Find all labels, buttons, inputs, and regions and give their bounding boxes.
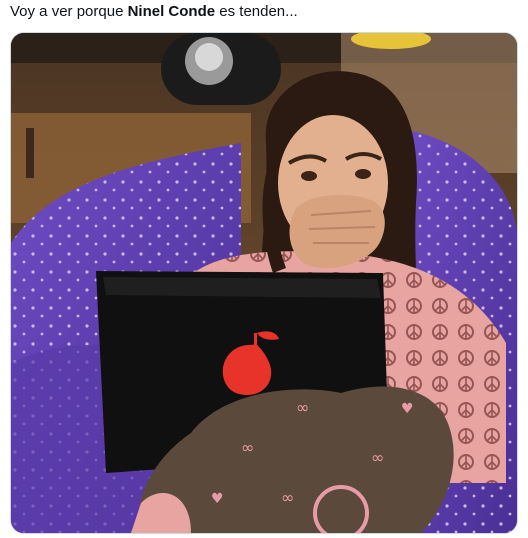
- tweet-media-photo[interactable]: ∞ ∞ ∞ ∞ ♥ ♥: [10, 32, 518, 534]
- meme-photo-illustration: ∞ ∞ ∞ ∞ ♥ ♥: [11, 33, 517, 533]
- svg-text:∞: ∞: [241, 438, 254, 457]
- svg-text:♥: ♥: [401, 401, 414, 417]
- tweet-text-suffix: es tenden...: [215, 3, 298, 20]
- svg-text:∞: ∞: [296, 398, 309, 417]
- tweet-text-mention: Ninel Conde: [127, 3, 216, 20]
- svg-text:∞: ∞: [371, 448, 384, 467]
- tweet-text-prefix: Voy a ver porque: [10, 3, 128, 20]
- svg-text:♥: ♥: [211, 491, 224, 507]
- svg-text:∞: ∞: [281, 488, 294, 507]
- tweet-text: Voy a ver porque Ninel Conde es tenden..…: [10, 2, 518, 24]
